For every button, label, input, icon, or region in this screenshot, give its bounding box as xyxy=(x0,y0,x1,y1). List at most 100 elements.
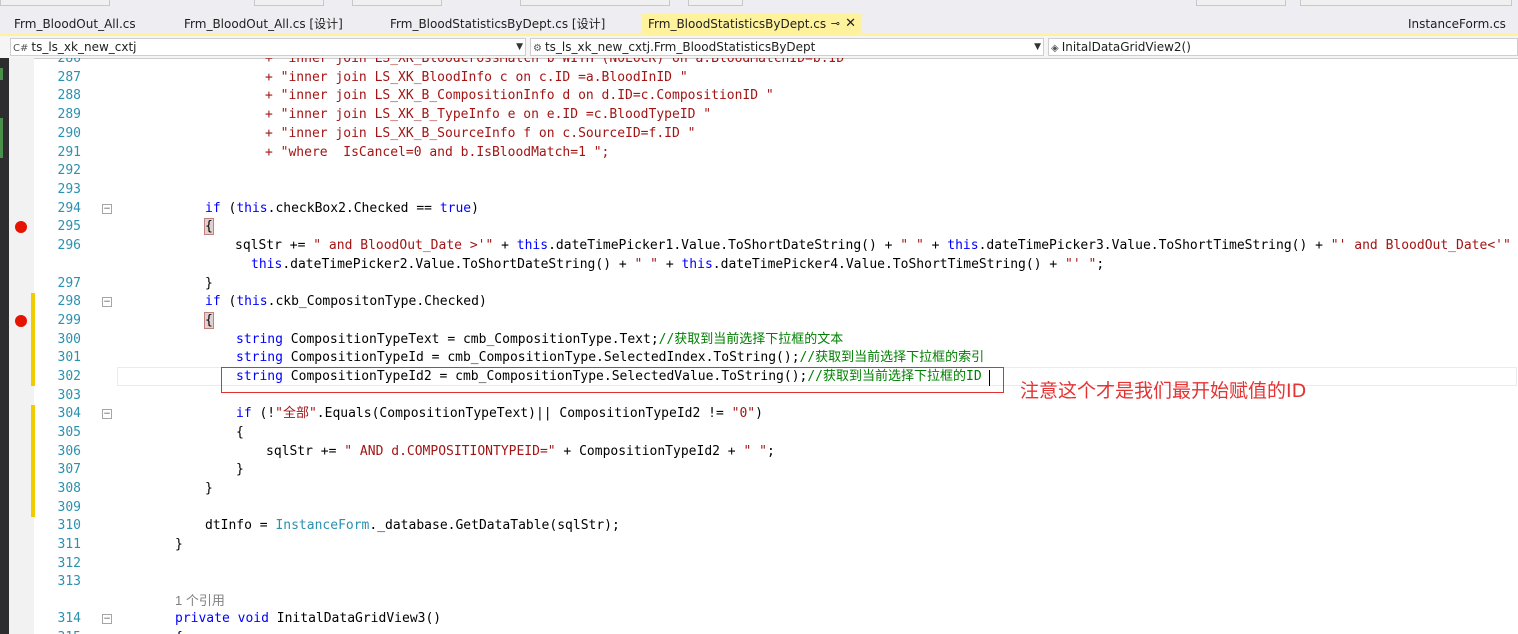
keyword: string xyxy=(236,350,283,365)
code-line: this.dateTimePicker2.Value.ToShortDateSt… xyxy=(251,256,1104,274)
line-number: 291 xyxy=(57,145,81,160)
string-literal: "' " xyxy=(1065,257,1097,272)
class-icon: ⚙ xyxy=(533,43,542,54)
line-number: 307 xyxy=(57,462,81,477)
code-line: if (!"全部".Equals(CompositionTypeText)|| … xyxy=(236,405,763,423)
code-line: } xyxy=(236,461,244,479)
comment: //获取到当前选择下拉框的文本 xyxy=(658,332,844,347)
keyword: if xyxy=(236,406,252,421)
csharp-project-icon: C# xyxy=(13,43,29,54)
line-number: 304 xyxy=(57,406,81,421)
code-line: if (this.ckb_CompositonType.Checked) xyxy=(205,294,487,309)
tab-frm-bloodout-all-designer[interactable]: Frm_BloodOut_All.cs [设计] xyxy=(178,14,378,34)
method-icon: ◈ xyxy=(1051,43,1059,54)
annotation-note: 注意这个才是我们最开始赋值的ID xyxy=(1020,380,1307,402)
code-line: { xyxy=(204,312,214,330)
line-number: 290 xyxy=(57,126,81,141)
text-caret xyxy=(989,370,990,386)
string-literal: " " xyxy=(743,444,767,459)
code-text: + xyxy=(493,238,517,253)
collapse-icon[interactable]: − xyxy=(102,297,112,307)
code-line: dtInfo = InstanceForm._database.GetDataT… xyxy=(205,517,620,535)
code-text: (! xyxy=(251,406,276,421)
code-text: dtInfo = xyxy=(205,518,276,533)
line-number: 313 xyxy=(57,574,81,589)
keyword: this xyxy=(236,294,268,309)
line-number: 315 xyxy=(35,629,81,634)
collapse-icon[interactable]: − xyxy=(102,614,112,624)
type-name: InstanceForm xyxy=(275,518,370,533)
brace: { xyxy=(204,218,214,235)
line-number: 311 xyxy=(57,537,81,552)
keyword: if xyxy=(205,201,221,216)
code-text: + xyxy=(658,257,682,272)
line-number: 293 xyxy=(57,182,81,197)
string-literal: " and BloodOut_Date >'" xyxy=(313,238,494,253)
keyword: this xyxy=(251,257,283,272)
tab-label: Frm_BloodStatisticsByDept.cs [设计] xyxy=(390,17,606,31)
line-number: 288 xyxy=(57,88,81,103)
code-line: + "inner join LS_XK_BloodInfo c on c.ID … xyxy=(265,70,688,85)
code-text: ; xyxy=(1096,257,1105,272)
line-number: 308 xyxy=(57,481,81,496)
collapse-icon[interactable]: − xyxy=(102,204,112,214)
code-text: + CompositionTypeId2 + xyxy=(555,444,744,459)
line-number: 295 xyxy=(57,219,81,234)
line-number: 294 xyxy=(57,201,81,216)
tab-frm-bloodout-all-cs[interactable]: Frm_BloodOut_All.cs xyxy=(8,14,173,34)
toolbar-fragment xyxy=(688,0,743,6)
line-number: 301 xyxy=(57,350,81,365)
breakpoint-icon[interactable] xyxy=(15,315,27,327)
code-line: string CompositionTypeText = cmb_Composi… xyxy=(236,331,843,349)
pin-icon[interactable]: ⊸ xyxy=(831,14,840,34)
line-number: 299 xyxy=(57,313,81,328)
comment: //获取到当前选择下拉框的索引 xyxy=(799,350,985,365)
toolbar-fragment xyxy=(0,0,110,6)
code-line: sqlStr += " and BloodOut_Date >'" + this… xyxy=(235,237,1518,255)
code-text: .dateTimePicker1.Value.ToShortDateString… xyxy=(548,238,901,253)
project-name: ts_ls_xk_new_cxtj xyxy=(31,40,137,54)
code-line: } xyxy=(205,275,213,293)
code-text: .ckb_CompositonType.Checked) xyxy=(267,294,487,309)
project-dropdown[interactable]: C# ts_ls_xk_new_cxtj ▼ xyxy=(10,38,526,56)
code-text: ; xyxy=(766,444,775,459)
collapse-icon[interactable]: − xyxy=(102,409,112,419)
side-tool-strip xyxy=(0,58,9,634)
toolbar-fragment xyxy=(1196,0,1286,6)
line-number: 286 xyxy=(57,58,81,66)
string-literal: "全部" xyxy=(275,406,317,421)
brace: } xyxy=(205,481,213,496)
code-text: + xyxy=(1511,238,1518,253)
code-line: + "inner join LS_XK_B_SourceInfo f on c.… xyxy=(265,126,696,141)
tab-label: Frm_BloodOut_All.cs [设计] xyxy=(184,17,343,31)
line-number: 314 xyxy=(57,611,81,626)
tab-frm-bloodstatistics-cs[interactable]: Frm_BloodStatisticsByDept.cs ⊸ ✕ xyxy=(642,14,862,34)
keyword: if xyxy=(205,294,221,309)
tab-frm-bloodstatistics-designer[interactable]: Frm_BloodStatisticsByDept.cs [设计] xyxy=(384,14,634,34)
code-line: { xyxy=(175,629,183,634)
code-text: CompositionTypeId = cmb_CompositionType.… xyxy=(282,350,800,365)
line-number: 287 xyxy=(57,70,81,85)
codelens-reference-count[interactable]: 1 个引用 xyxy=(175,592,225,610)
brace: { xyxy=(236,425,244,440)
close-icon[interactable]: ✕ xyxy=(845,14,856,34)
line-number: 306 xyxy=(57,444,81,459)
annotation-highlight-box xyxy=(221,367,1004,393)
line-number: 302 xyxy=(57,369,81,384)
string-literal: " AND d.COMPOSITIONTYPEID=" xyxy=(344,444,556,459)
code-line: if (this.checkBox2.Checked == true) xyxy=(205,201,479,216)
keyword: this xyxy=(681,257,713,272)
member-dropdown[interactable]: ◈ InitalDataGridView2() xyxy=(1048,38,1518,56)
toolbar-fragment xyxy=(520,0,670,6)
code-line: string CompositionTypeId = cmb_Compositi… xyxy=(236,349,984,367)
toolbar-fragment xyxy=(352,0,442,6)
tab-instanceform-cs[interactable]: InstanceForm.cs xyxy=(1402,14,1512,34)
line-number: 312 xyxy=(57,556,81,571)
brace: { xyxy=(204,312,214,329)
keyword: this xyxy=(516,238,549,253)
breakpoint-icon[interactable] xyxy=(15,221,27,233)
class-dropdown[interactable]: ⚙ ts_ls_xk_new_cxtj.Frm_BloodStatisticsBy… xyxy=(530,38,1044,56)
code-text: sqlStr += xyxy=(235,238,314,253)
code-editor[interactable]: 286 287 288 289 290 291 292 293 294 295 … xyxy=(35,58,1518,634)
code-line: + "inner join LS_XK_B_TypeInfo e on e.ID… xyxy=(265,107,712,122)
